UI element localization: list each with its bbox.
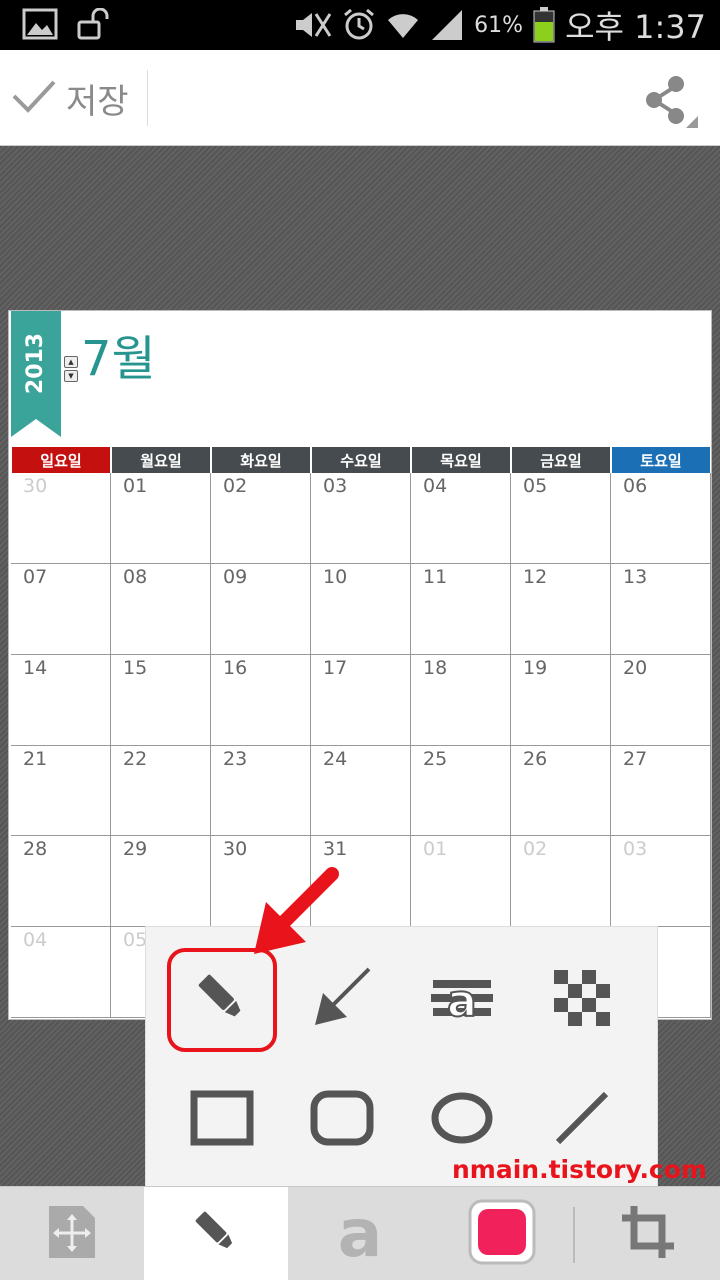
toolbar-divider <box>573 1207 575 1263</box>
calendar-day-cell: 02 <box>211 473 311 564</box>
month-down-button[interactable]: ▼ <box>64 370 78 382</box>
calendar-day-cell: 22 <box>111 745 211 837</box>
month-up-button[interactable]: ▲ <box>64 356 78 368</box>
calendar-day-cell: 04 <box>11 927 111 1018</box>
day-header: 수요일 <box>312 447 410 473</box>
calendar-day-cell: 24 <box>311 745 411 837</box>
day-header: 월요일 <box>112 447 210 473</box>
calendar-day-cell: 26 <box>511 745 611 837</box>
text-blur-icon: a <box>427 966 497 1034</box>
unlock-icon <box>76 8 110 40</box>
calendar-day-cell: 18 <box>411 654 511 746</box>
calendar-day-cell: 17 <box>311 654 411 746</box>
calendar-day-cell: 28 <box>11 836 111 928</box>
calendar-day-cell: 23 <box>211 745 311 837</box>
calendar-day-cell: 02 <box>511 836 611 928</box>
rounded-rectangle-tool-button[interactable] <box>287 1072 397 1168</box>
status-bar: 61% 오후 1:37 <box>0 0 720 50</box>
year-label-wrap: 2013 <box>11 313 61 413</box>
day-header-row: 일요일 월요일 화요일 수요일 목요일 금요일 토요일 <box>11 447 711 473</box>
ellipse-icon <box>430 1090 494 1150</box>
crop-icon <box>620 1204 676 1264</box>
calendar-day-cell: 11 <box>411 563 511 655</box>
ellipse-tool-button[interactable] <box>407 1072 517 1168</box>
save-label: 저장 <box>66 81 129 122</box>
calendar-day-cell: 01 <box>411 836 511 928</box>
day-header: 일요일 <box>12 447 110 473</box>
calendar-day-cell: 27 <box>611 745 711 837</box>
calendar-day-cell: 09 <box>211 563 311 655</box>
calendar-day-cell: 01 <box>111 473 211 564</box>
calendar-day-cell: 03 <box>311 473 411 564</box>
share-button[interactable] <box>640 72 700 128</box>
calendar-day-cell: 14 <box>11 654 111 746</box>
line-tool-button[interactable] <box>527 1072 637 1168</box>
watermark-text: nmain.tistory.com <box>452 1155 707 1184</box>
bottom-toolbar: a <box>0 1186 720 1280</box>
mosaic-icon <box>554 970 610 1030</box>
calendar-day-cell: 04 <box>411 473 511 564</box>
svg-text:a: a <box>338 1202 383 1262</box>
rectangle-icon <box>190 1090 254 1150</box>
calendar-day-cell: 03 <box>611 836 711 928</box>
calendar-day-cell: 12 <box>511 563 611 655</box>
day-header: 화요일 <box>212 447 310 473</box>
text-icon: a <box>332 1195 388 1272</box>
text-tab-button[interactable]: a <box>288 1187 432 1280</box>
pen-tab-button[interactable] <box>144 1187 288 1280</box>
calendar-day-cell: 21 <box>11 745 111 837</box>
move-icon <box>47 1204 97 1264</box>
gallery-notification-icon <box>22 8 58 40</box>
battery-percentage: 61% <box>474 12 524 38</box>
line-icon <box>554 1090 610 1150</box>
calendar-day-cell: 15 <box>111 654 211 746</box>
battery-icon <box>533 7 555 43</box>
month-stepper[interactable]: ▲ ▼ <box>64 356 78 382</box>
text-blur-tool-button[interactable]: a <box>407 952 517 1048</box>
day-header: 금요일 <box>512 447 610 473</box>
calendar-day-cell: 30 <box>11 473 111 564</box>
calendar-day-cell: 10 <box>311 563 411 655</box>
calendar-day-cell: 05 <box>511 473 611 564</box>
checkmark-icon <box>10 76 58 120</box>
mute-icon <box>294 10 332 40</box>
signal-icon <box>430 8 464 42</box>
calendar-day-cell: 29 <box>111 836 211 928</box>
wifi-icon <box>386 8 420 42</box>
rounded-rectangle-icon <box>310 1090 374 1150</box>
crop-tool-button[interactable] <box>576 1187 720 1280</box>
calendar-day-cell: 25 <box>411 745 511 837</box>
save-button[interactable]: 저장 <box>10 70 148 126</box>
calendar-image[interactable]: 2013 ▲ ▼ 7월 일요일 월요일 화요일 수요일 목요일 금요일 토요일 30 01 02… <box>8 310 712 1020</box>
calendar-day-cell: 20 <box>611 654 711 746</box>
calendar-day-cell: 16 <box>211 654 311 746</box>
share-icon <box>640 76 700 132</box>
action-bar: 저장 <box>0 50 720 146</box>
calendar-day-cell: 08 <box>111 563 211 655</box>
annotation-arrow <box>254 867 339 954</box>
calendar-day-cell: 19 <box>511 654 611 746</box>
month-title: 7월 <box>81 331 156 387</box>
color-picker-button[interactable] <box>432 1187 572 1280</box>
pen-icon <box>188 1204 244 1264</box>
day-header: 토요일 <box>612 447 710 473</box>
alarm-icon <box>342 8 376 42</box>
calendar-day-cell: 13 <box>611 563 711 655</box>
day-header: 목요일 <box>412 447 510 473</box>
year-label: 2013 <box>23 332 49 394</box>
move-tool-button[interactable] <box>0 1187 144 1280</box>
arrow-icon <box>307 963 377 1037</box>
clock: 오후 1:37 <box>565 8 706 46</box>
mosaic-tool-button[interactable] <box>527 952 637 1048</box>
svg-text:a: a <box>447 976 477 1027</box>
rectangle-tool-button[interactable] <box>167 1072 277 1168</box>
calendar-day-cell: 06 <box>611 473 711 564</box>
calendar-day-cell: 07 <box>11 563 111 655</box>
color-icon <box>464 1197 540 1271</box>
